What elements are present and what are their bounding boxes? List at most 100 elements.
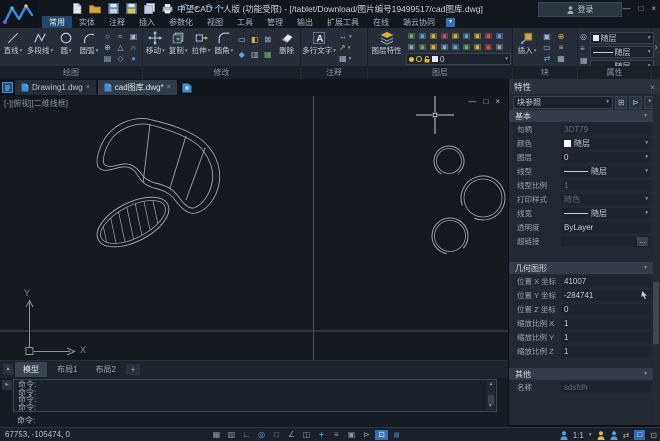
hatch-icon[interactable]: ▤: [104, 54, 112, 63]
lineweight-list-icon[interactable]: ≡: [580, 44, 588, 53]
boundary-icon[interactable]: ●: [131, 54, 136, 63]
ribbon-expand-chevron[interactable]: ›: [652, 28, 660, 66]
edit-attribute-icon[interactable]: ▦: [557, 54, 565, 63]
close-tab-icon[interactable]: ×: [167, 84, 171, 91]
layer-tool-icon[interactable]: ▣: [408, 31, 415, 40]
properties-scrollbar[interactable]: [653, 94, 659, 424]
layout-tab-layout2[interactable]: 布局2: [87, 362, 123, 377]
leader-icon[interactable]: ↗: [339, 43, 346, 52]
stretch-button[interactable]: 拉伸▾: [190, 30, 213, 55]
redo-dropdown-icon[interactable]: ▾: [221, 5, 224, 12]
section-label-block[interactable]: 块: [513, 66, 578, 79]
object-snap-tracking-icon[interactable]: ∠: [285, 430, 298, 440]
layout-tab-layout1[interactable]: 布局1: [49, 362, 85, 377]
create-block-icon[interactable]: ▣: [543, 32, 551, 41]
arc-button[interactable]: 圆弧▾: [77, 30, 101, 55]
layer-tool-icon[interactable]: ▣: [485, 42, 492, 51]
section-basic[interactable]: 基本 ▾: [509, 110, 653, 122]
erase-button[interactable]: 删除: [274, 30, 299, 55]
mdi-close-icon[interactable]: ×: [495, 97, 500, 106]
layer-tool-icon[interactable]: ▣: [485, 31, 492, 40]
mdi-restore-icon[interactable]: □: [483, 97, 488, 106]
color-combo[interactable]: 随层 ▾: [590, 32, 654, 44]
new-layout-button[interactable]: +: [126, 364, 140, 375]
move-button[interactable]: 移动▾: [144, 30, 167, 55]
point-icon[interactable]: ⊕: [104, 43, 111, 52]
auto-annotation-icon[interactable]: [610, 431, 618, 440]
rotate-icon[interactable]: ▭: [238, 35, 246, 44]
layer-properties-button[interactable]: 图层特性: [369, 30, 404, 55]
scale-dropdown-icon[interactable]: ▾: [589, 432, 592, 438]
layer-tool-icon[interactable]: ▣: [441, 31, 448, 40]
layer-tool-icon[interactable]: ▣: [474, 31, 481, 40]
sync-attribute-icon[interactable]: ⇄: [544, 54, 551, 63]
mirror-icon[interactable]: ◧: [251, 35, 259, 44]
selection-cycling-icon[interactable]: ⊳: [360, 430, 373, 440]
command-history[interactable]: 命令: 命令: 命令: 命令: ▴ ▾: [13, 379, 497, 412]
fillet-button[interactable]: 圆角▾: [212, 30, 235, 55]
drawing-canvas[interactable]: [-][俯视][二维线框] — □ × Y X: [0, 96, 508, 360]
layer-tool-icon[interactable]: ▣: [463, 31, 470, 40]
copy-sheets-icon[interactable]: [144, 3, 155, 14]
collaboration-icon[interactable]: ⊡: [375, 430, 388, 440]
layer-tool-icon[interactable]: ▣: [430, 31, 437, 40]
lineweight-combo[interactable]: 随层 ▾: [590, 46, 654, 58]
section-label-properties[interactable]: 属性: [578, 66, 652, 79]
annotation-visibility-icon[interactable]: [597, 431, 605, 440]
polygon-icon[interactable]: △: [117, 43, 123, 52]
ellipse-icon[interactable]: ○: [105, 32, 110, 41]
layer-tool-icon[interactable]: ▣: [496, 31, 503, 40]
polar-tracking-icon[interactable]: ◎: [255, 430, 268, 440]
gradient-icon[interactable]: ◇: [117, 54, 123, 63]
lineweight-display-icon[interactable]: ≡: [330, 430, 343, 440]
section-label-layer[interactable]: 图层: [368, 66, 513, 79]
workspace-switch-icon[interactable]: ⇄: [623, 431, 630, 440]
section-misc[interactable]: 其他 ▾: [509, 368, 653, 380]
open-folder-icon[interactable]: [89, 4, 101, 14]
define-attribute-icon[interactable]: ▭: [543, 43, 551, 52]
array-icon[interactable]: ▦: [264, 50, 272, 59]
section-label-annotate[interactable]: 注释: [301, 66, 368, 79]
plot-style-icon[interactable]: ▦: [580, 56, 588, 65]
annotation-scale-icon[interactable]: [560, 431, 568, 440]
ribbon-style-icon[interactable]: ▾: [446, 18, 455, 27]
circle-button[interactable]: 圆▾: [55, 30, 77, 55]
doc-tab-cad-library[interactable]: cad图库.dwg* ×: [98, 80, 177, 95]
isometric-draft-icon[interactable]: ◫: [300, 430, 313, 440]
offset-icon[interactable]: ▥: [251, 50, 259, 59]
plot-icon[interactable]: [162, 3, 173, 14]
doc-tab-drawing1[interactable]: Drawing1.dwg ×: [15, 80, 96, 95]
object-type-combo[interactable]: 块参照 ▾: [513, 96, 613, 109]
section-label-draw[interactable]: 绘图: [0, 66, 143, 79]
save-as-icon[interactable]: [126, 3, 137, 14]
command-input[interactable]: 命令:: [17, 415, 35, 426]
snap-toggle-icon[interactable]: ▥: [225, 430, 238, 440]
dimension-icon[interactable]: ↔: [339, 32, 347, 41]
login-button[interactable]: 登录: [538, 2, 622, 17]
polyline-button[interactable]: 多段线▾: [25, 30, 55, 55]
layer-tool-icon[interactable]: ▣: [430, 42, 437, 51]
transparency-icon[interactable]: ▣: [345, 430, 358, 440]
match-properties-icon[interactable]: ◎: [580, 32, 588, 41]
region-icon[interactable]: ▣: [130, 32, 138, 41]
fullscreen-icon[interactable]: ⊡: [650, 431, 657, 440]
table-icon[interactable]: ▦: [339, 54, 347, 63]
manage-attribute-icon[interactable]: ≡: [559, 43, 564, 52]
select-objects-button[interactable]: ⊳: [629, 96, 641, 109]
layer-tool-icon[interactable]: ▣: [419, 42, 426, 51]
close-button[interactable]: ×: [651, 2, 656, 15]
annotation-scale-value[interactable]: 1:1: [573, 431, 584, 440]
layer-tool-icon[interactable]: ▣: [419, 31, 426, 40]
grid-toggle-icon[interactable]: ▦: [210, 430, 223, 440]
section-label-modify[interactable]: 修改: [143, 66, 301, 79]
layer-tool-icon[interactable]: ▣: [452, 31, 459, 40]
close-tab-icon[interactable]: ×: [86, 84, 90, 91]
layer-tool-icon[interactable]: ▣: [474, 42, 481, 51]
properties-close-icon[interactable]: ×: [650, 82, 655, 92]
copy-button[interactable]: 复制▾: [167, 30, 190, 55]
block-editor-icon[interactable]: ⊕: [558, 32, 565, 41]
line-button[interactable]: 直线▾: [1, 30, 25, 55]
layer-tool-icon[interactable]: ▣: [463, 42, 470, 51]
layer-tool-icon[interactable]: ▣: [452, 42, 459, 51]
spline-icon[interactable]: ≈: [118, 32, 122, 41]
